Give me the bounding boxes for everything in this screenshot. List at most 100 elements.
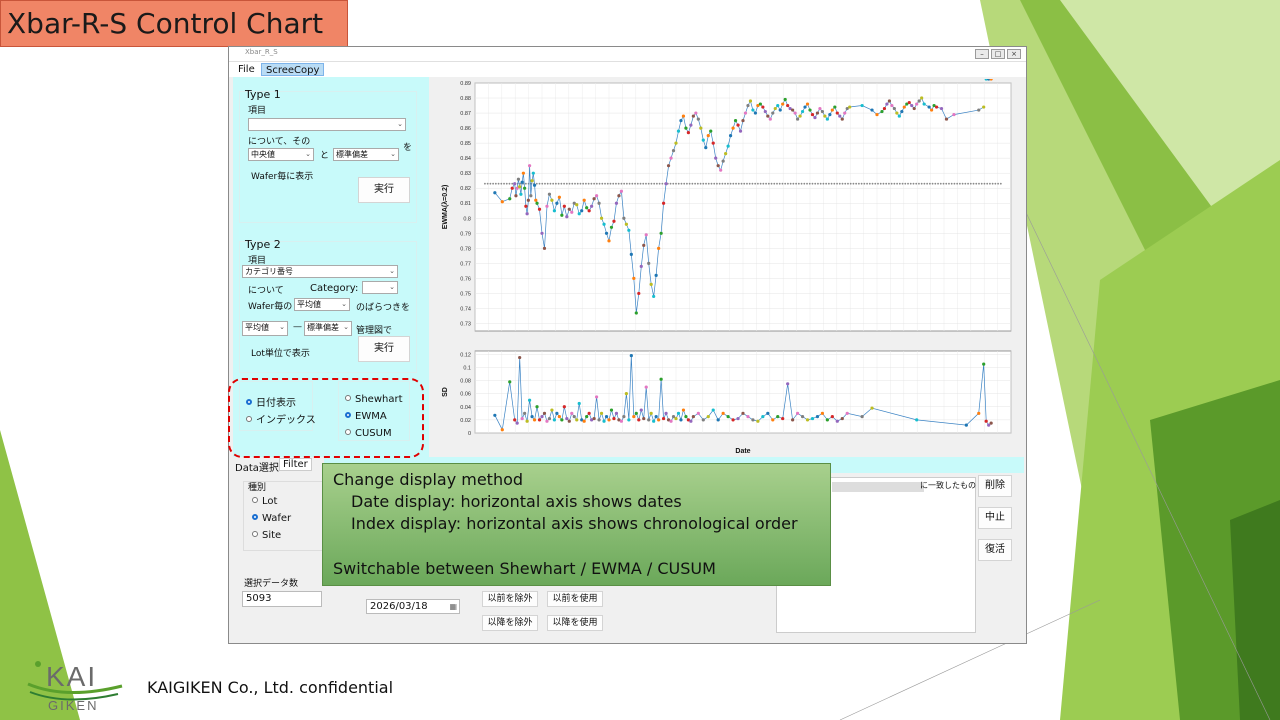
reference-point <box>844 182 847 185</box>
reference-point <box>544 182 546 185</box>
data-point <box>560 418 564 422</box>
reference-point <box>593 182 596 185</box>
type2-run-button[interactable]: 実行 <box>358 336 410 362</box>
data-point <box>982 362 986 366</box>
type2-stat-b-select[interactable]: 標準偏差 ⌄ <box>304 321 352 336</box>
y-tick-label: 0.79 <box>460 231 471 237</box>
date-picker[interactable]: 2026/03/18 ▦ <box>366 599 460 614</box>
type2-wafer-stat-select[interactable]: 平均値 ⌄ <box>294 298 350 311</box>
y-tick-label: 0.83 <box>460 171 471 177</box>
reference-point <box>893 182 896 185</box>
data-point <box>738 129 743 133</box>
reference-point <box>825 182 828 185</box>
after-exclude-button[interactable]: 以降を除外 <box>482 615 538 631</box>
data-point <box>654 415 658 419</box>
type2-stat-a-select[interactable]: 平均値 ⌄ <box>242 321 288 336</box>
menu-screecopy[interactable]: ScreeCopy <box>261 63 325 76</box>
data-point <box>726 144 730 148</box>
delete-button[interactable]: 削除 <box>978 475 1012 497</box>
stop-button[interactable]: 中止 <box>978 507 1012 529</box>
reference-point <box>746 182 748 185</box>
radio-site[interactable]: Site <box>252 530 281 541</box>
data-point <box>915 102 919 106</box>
tab-data-select[interactable]: Data選択 <box>235 459 279 474</box>
reference-point <box>601 182 604 185</box>
data-point <box>795 117 800 121</box>
data-point <box>599 216 604 220</box>
before-exclude-button[interactable]: 以前を除外 <box>482 591 538 607</box>
y-tick-label: 0.85 <box>460 141 471 147</box>
data-point <box>781 416 785 421</box>
reference-point <box>484 182 486 185</box>
data-point <box>520 180 524 184</box>
type1-stat1-select[interactable]: 中央値 ⌄ <box>248 148 314 161</box>
data-point <box>624 392 628 396</box>
data-point <box>746 415 750 419</box>
data-point <box>982 105 986 109</box>
tab-filter[interactable]: Filter <box>279 458 312 471</box>
reference-point <box>879 182 882 185</box>
reference-point <box>980 182 983 185</box>
data-point <box>493 413 497 417</box>
data-point <box>523 411 527 415</box>
radio-wafer[interactable]: Wafer <box>252 513 291 524</box>
type1-group: Type 1 項目 ⌄ について、その 中央値 ⌄ と 標準偏差 ⌄ を Wafer… <box>239 88 417 223</box>
data-point <box>786 382 790 386</box>
reference-point <box>983 182 986 185</box>
reference-point <box>773 182 776 185</box>
radio-lot[interactable]: Lot <box>252 496 277 507</box>
reference-point <box>806 182 808 185</box>
type1-run-button[interactable]: 実行 <box>358 177 410 203</box>
type1-stat2-select[interactable]: 標準偏差 ⌄ <box>333 148 399 161</box>
data-point <box>781 102 785 106</box>
data-point <box>550 198 554 202</box>
data-point <box>597 201 601 205</box>
reference-point <box>683 182 686 185</box>
reference-point <box>819 182 822 185</box>
type2-stat-b-value: 標準偏差 <box>307 323 339 332</box>
data-point <box>830 415 834 419</box>
data-point <box>557 195 561 199</box>
type2-item-select[interactable]: カテゴリ番号 ⌄ <box>242 265 398 278</box>
reference-point <box>511 182 514 185</box>
data-point <box>815 415 820 419</box>
reference-point <box>552 182 555 185</box>
data-point <box>848 105 852 109</box>
data-point <box>500 200 504 204</box>
reference-point <box>901 182 904 185</box>
menu-file[interactable]: File <box>234 63 259 76</box>
data-point <box>642 243 646 247</box>
data-point <box>835 111 839 115</box>
type1-item-select[interactable]: ⌄ <box>248 118 406 131</box>
data-point <box>890 103 894 108</box>
data-point <box>562 204 566 208</box>
minimize-button[interactable]: – <box>975 49 989 59</box>
data-point <box>622 415 626 419</box>
data-point <box>545 419 549 423</box>
reference-point <box>694 182 697 185</box>
restore-button[interactable]: 復活 <box>978 539 1012 561</box>
after-use-button[interactable]: 以降を使用 <box>547 615 603 631</box>
close-button[interactable]: × <box>1007 49 1021 59</box>
reference-point <box>699 182 702 185</box>
callout-line-2: Date display: horizontal axis shows date… <box>351 492 682 511</box>
data-point <box>508 197 512 201</box>
data-point <box>810 112 815 117</box>
window-titlebar: Xbar_R_S – □ × <box>229 47 1026 62</box>
reference-point <box>524 182 527 185</box>
data-point <box>597 418 601 422</box>
x-axis-label: Date <box>735 448 750 455</box>
count-field[interactable]: 5093 <box>242 591 322 607</box>
reference-point <box>814 182 817 185</box>
reference-point <box>978 182 980 185</box>
type2-category-select[interactable]: ⌄ <box>362 281 398 294</box>
before-use-button[interactable]: 以前を使用 <box>547 591 603 607</box>
data-point <box>557 415 561 419</box>
maximize-button[interactable]: □ <box>991 49 1005 59</box>
data-point <box>709 129 713 133</box>
reference-point <box>765 182 767 185</box>
y-tick-label: 0.88 <box>460 96 471 102</box>
reference-point <box>907 182 909 185</box>
data-point <box>733 118 738 123</box>
data-point <box>518 185 522 189</box>
